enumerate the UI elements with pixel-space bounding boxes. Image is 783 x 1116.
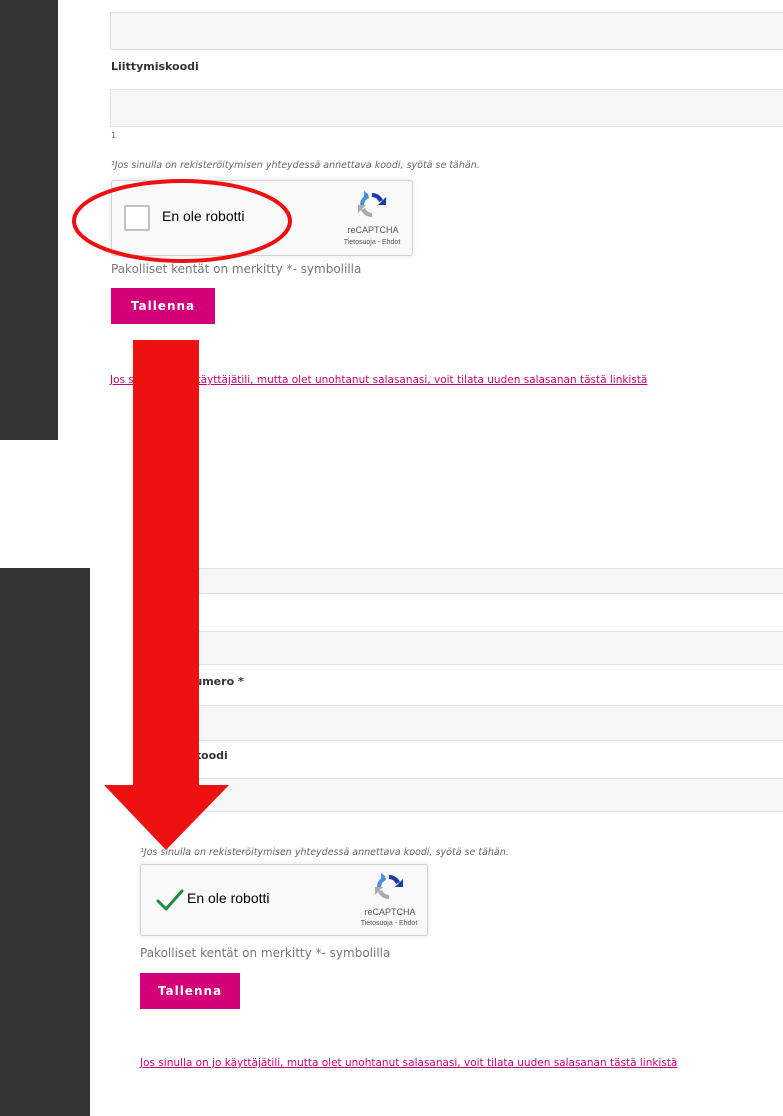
- save-button[interactable]: Tallenna: [140, 973, 240, 1009]
- recaptcha-terms-link[interactable]: Tietosuoja - Ehdot: [332, 239, 412, 246]
- after-screenshot: Puhelinnumero * Liittymiskoodi ¹Jos sinu…: [0, 568, 783, 1116]
- join-code-hint: ¹Jos sinulla on rekisteröitymisen yhteyd…: [111, 160, 480, 171]
- checkmark-icon[interactable]: [155, 885, 185, 915]
- phone-label: Puhelinnumero *: [140, 675, 244, 688]
- captcha-label: En ole robotti: [162, 208, 245, 224]
- forgot-password-link[interactable]: Jos sinulla on jo käyttäjätili, mutta ol…: [110, 374, 647, 386]
- join-code-label: Liittymiskoodi: [111, 60, 199, 73]
- text-field[interactable]: [140, 631, 783, 665]
- recaptcha-terms-link[interactable]: Tietosuoja - Ehdot: [349, 920, 429, 927]
- sidebar: [0, 0, 58, 440]
- required-fields-note: Pakolliset kentät on merkitty *- symboli…: [111, 262, 362, 276]
- join-code-input[interactable]: [110, 89, 783, 127]
- text-field[interactable]: [110, 12, 783, 50]
- sidebar: [0, 568, 90, 1116]
- text-field[interactable]: [140, 568, 783, 594]
- join-code-label: Liittymiskoodi: [140, 749, 228, 762]
- recaptcha-logo-icon: [358, 191, 386, 218]
- recaptcha-logo-icon: [375, 873, 403, 900]
- required-fields-note: Pakolliset kentät on merkitty *- symboli…: [140, 946, 391, 960]
- phone-input[interactable]: [140, 705, 783, 741]
- join-code-hint: ¹Jos sinulla on rekisteröitymisen yhteyd…: [140, 847, 509, 858]
- captcha-label: En ole robotti: [187, 890, 270, 906]
- recaptcha-brand: reCAPTCHA: [347, 225, 399, 235]
- forgot-password-link[interactable]: Jos sinulla on jo käyttäjätili, mutta ol…: [140, 1057, 677, 1069]
- recaptcha-widget: En ole robotti reCAPTCHA Tietosuoja - Eh…: [140, 864, 428, 936]
- recaptcha-widget: En ole robotti reCAPTCHA Tietosuoja - Eh…: [111, 180, 413, 256]
- before-screenshot: Liittymiskoodi 1 ¹Jos sinulla on rekiste…: [0, 0, 783, 445]
- recaptcha-brand: reCAPTCHA: [364, 907, 416, 917]
- captcha-checkbox[interactable]: [124, 205, 150, 231]
- footnote-marker: 1: [111, 131, 117, 140]
- save-button[interactable]: Tallenna: [111, 288, 215, 324]
- join-code-input[interactable]: [140, 778, 783, 812]
